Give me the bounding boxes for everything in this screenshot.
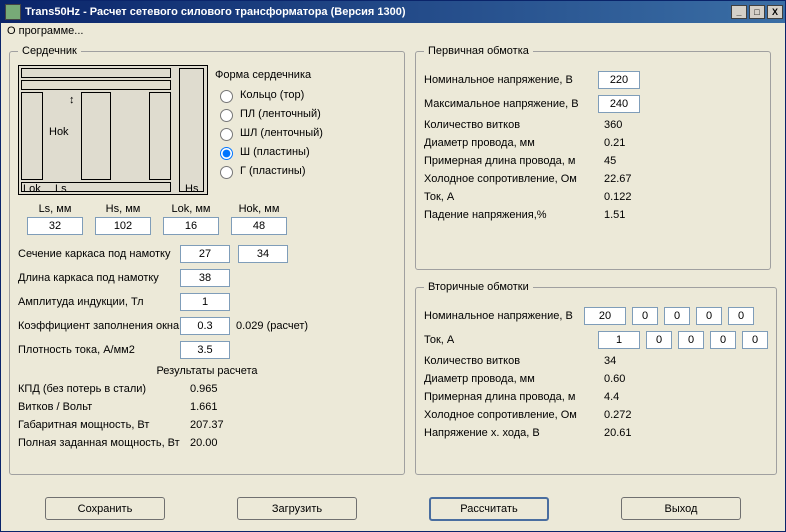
legend-core: Сердечник <box>18 45 81 57</box>
content-area: Сердечник Hok ↕ Lok <box>1 41 785 531</box>
minimize-button[interactable]: _ <box>731 5 747 19</box>
titlebar[interactable]: Trans50Hz - Расчет сетевого силового тра… <box>1 1 785 23</box>
input-sec-cur-4[interactable] <box>742 331 768 349</box>
row-induction: Амплитуда индукции, Тл <box>18 293 396 311</box>
load-button[interactable]: Загрузить <box>237 497 357 520</box>
input-ls[interactable] <box>27 217 83 235</box>
calc-button[interactable]: Рассчитать <box>429 497 549 521</box>
core-diagram: Hok ↕ Lok Ls Hs <box>18 65 208 195</box>
legend-primary: Первичная обмотка <box>424 45 533 57</box>
input-fill[interactable] <box>180 317 230 335</box>
input-pri-maxv[interactable] <box>598 95 640 113</box>
label-lok: Lok <box>23 183 41 195</box>
group-secondary: Вторичные обмотки Номинальное напряжение… <box>415 281 777 475</box>
input-density[interactable] <box>180 341 230 359</box>
group-primary: Первичная обмотка Номинальное напряжение… <box>415 45 771 270</box>
input-sec-nomv-3[interactable] <box>696 307 722 325</box>
close-button[interactable]: X <box>767 5 783 19</box>
input-section2[interactable] <box>238 245 288 263</box>
row-fill: Коэффициент заполнения окна 0.029 (расче… <box>18 317 396 335</box>
row-length: Длина каркаса под намотку <box>18 269 396 287</box>
input-sec-cur-1[interactable] <box>646 331 672 349</box>
radio-sh[interactable]: Ш (пластины) <box>215 144 323 160</box>
label-hs: Hs <box>185 183 198 195</box>
window-title: Trans50Hz - Расчет сетевого силового тра… <box>25 6 729 18</box>
input-sec-nomv-2[interactable] <box>664 307 690 325</box>
app-window: Trans50Hz - Расчет сетевого силового тра… <box>0 0 786 532</box>
legend-secondary: Вторичные обмотки <box>424 281 533 293</box>
button-row: Сохранить Загрузить Рассчитать Выход <box>9 497 777 521</box>
menu-about[interactable]: О программе... <box>7 25 83 37</box>
maximize-button[interactable]: □ <box>749 5 765 19</box>
menubar: О программе... <box>1 23 785 41</box>
input-sec-nomv-0[interactable] <box>584 307 626 325</box>
input-hok[interactable] <box>231 217 287 235</box>
label-ls: Ls <box>55 183 67 195</box>
row-section: Сечение каркаса под намотку <box>18 245 396 263</box>
input-sec-nomv-1[interactable] <box>632 307 658 325</box>
radio-shl[interactable]: ШЛ (ленточный) <box>215 125 323 141</box>
input-sec-cur-2[interactable] <box>678 331 704 349</box>
input-sec-nomv-4[interactable] <box>728 307 754 325</box>
shape-header: Форма сердечника <box>215 69 323 81</box>
input-pri-nomv[interactable] <box>598 71 640 89</box>
core-shape-radios: Форма сердечника Кольцо (тор) ПЛ (ленточ… <box>215 69 323 182</box>
input-section1[interactable] <box>180 245 230 263</box>
results-header: Результаты расчета <box>18 365 396 377</box>
radio-ring[interactable]: Кольцо (тор) <box>215 87 323 103</box>
input-hs[interactable] <box>95 217 151 235</box>
group-core: Сердечник Hok ↕ Lok <box>9 45 405 475</box>
input-sec-cur-0[interactable] <box>598 331 640 349</box>
dim-inputs <box>26 217 396 235</box>
row-density: Плотность тока, А/мм2 <box>18 341 396 359</box>
dim-headers: Ls, мм Hs, мм Lok, мм Hok, мм <box>26 203 396 215</box>
radio-g[interactable]: Г (пластины) <box>215 163 323 179</box>
label-hok: Hok <box>49 126 69 138</box>
radio-pl[interactable]: ПЛ (ленточный) <box>215 106 323 122</box>
save-button[interactable]: Сохранить <box>45 497 165 520</box>
exit-button[interactable]: Выход <box>621 497 741 520</box>
input-lok[interactable] <box>163 217 219 235</box>
input-induction[interactable] <box>180 293 230 311</box>
input-sec-cur-3[interactable] <box>710 331 736 349</box>
input-length[interactable] <box>180 269 230 287</box>
app-icon <box>5 4 21 20</box>
